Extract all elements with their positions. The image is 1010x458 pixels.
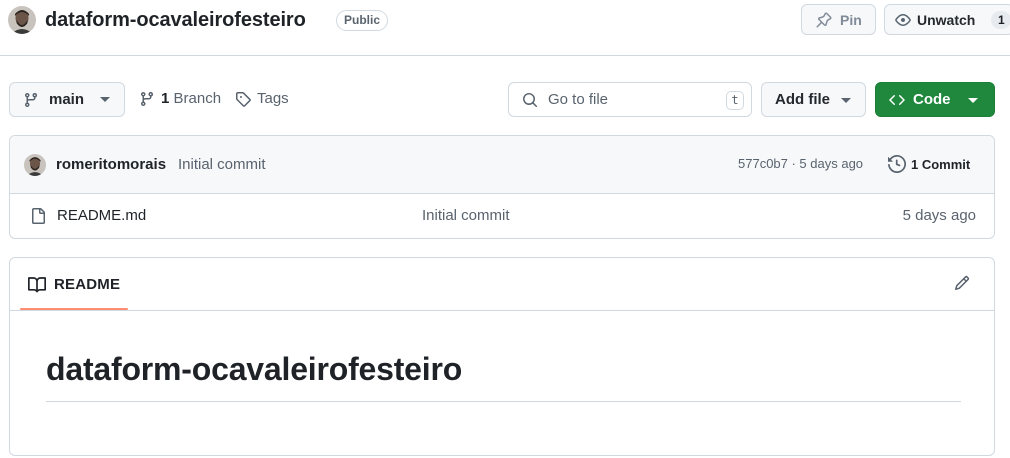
chevron-down-icon xyxy=(841,98,851,103)
latest-commit-bar: romeritomorais Initial commit 577c0b7 · … xyxy=(10,136,994,194)
file-last-updated: 5 days ago xyxy=(902,207,976,224)
branch-select-button[interactable]: main xyxy=(9,82,125,117)
readme-header: README xyxy=(10,258,994,311)
history-icon xyxy=(888,155,906,173)
add-file-label: Add file xyxy=(775,91,830,108)
go-to-file-placeholder: Go to file xyxy=(548,91,609,108)
book-icon xyxy=(28,276,46,294)
eye-icon xyxy=(895,12,911,28)
file-icon xyxy=(30,208,46,224)
commit-message[interactable]: Initial commit xyxy=(178,156,266,173)
file-name[interactable]: README.md xyxy=(57,207,146,224)
pencil-icon xyxy=(954,275,970,291)
code-button[interactable]: Code xyxy=(875,82,995,117)
code-label: Code xyxy=(913,91,951,108)
unwatch-button[interactable]: Unwatch 1 xyxy=(884,4,1010,35)
git-branch-icon xyxy=(23,92,39,108)
file-commit-message[interactable]: Initial commit xyxy=(422,207,510,224)
readme-tab-label: README xyxy=(54,276,121,293)
heading-divider xyxy=(46,401,961,402)
tags-label: Tags xyxy=(257,90,289,107)
branch-label: Branch xyxy=(173,90,222,107)
go-to-file-input[interactable]: Go to file t xyxy=(508,82,752,117)
commits-count-label: 1 Commit xyxy=(911,156,971,172)
owner-avatar[interactable] xyxy=(8,6,36,34)
readme-panel: README dataform-ocavaleirofesteiro xyxy=(9,257,995,456)
search-icon xyxy=(522,92,538,108)
commits-history-link[interactable]: 1 Commit xyxy=(888,155,970,173)
tag-icon xyxy=(235,91,251,107)
repo-name[interactable]: dataform-ocavaleirofesteiro xyxy=(45,7,306,33)
edit-readme-button[interactable] xyxy=(954,275,970,291)
branches-link[interactable]: 1 Branch xyxy=(139,90,221,107)
unwatch-label: Unwatch xyxy=(917,11,976,28)
repo-header: dataform-ocavaleirofesteiro Public Pin U… xyxy=(0,0,1010,56)
pin-icon xyxy=(816,11,832,28)
add-file-button[interactable]: Add file xyxy=(761,82,866,117)
active-tab-indicator xyxy=(20,308,128,310)
branch-count: 1 xyxy=(161,90,170,107)
pin-button[interactable]: Pin xyxy=(801,4,876,35)
commit-author-avatar[interactable] xyxy=(24,154,46,176)
visibility-badge: Public xyxy=(336,10,389,31)
tags-link[interactable]: Tags xyxy=(235,90,289,107)
file-list: romeritomorais Initial commit 577c0b7 · … xyxy=(9,135,995,239)
git-branch-icon xyxy=(139,91,155,107)
branch-name: main xyxy=(49,91,85,108)
code-icon xyxy=(889,92,905,108)
pin-label: Pin xyxy=(840,11,862,28)
readme-heading: dataform-ocavaleirofesteiro xyxy=(46,351,463,387)
commit-sha-and-time[interactable]: 577c0b7 · 5 days ago xyxy=(738,156,863,171)
file-row[interactable]: README.md Initial commit 5 days ago xyxy=(10,194,994,238)
watch-count: 1 xyxy=(991,10,1010,29)
chevron-down-icon xyxy=(100,97,110,102)
chevron-down-icon xyxy=(968,98,978,103)
tab-readme[interactable]: README xyxy=(20,258,128,311)
keyboard-shortcut-hint: t xyxy=(726,91,744,110)
commit-author[interactable]: romeritomorais xyxy=(56,156,166,173)
